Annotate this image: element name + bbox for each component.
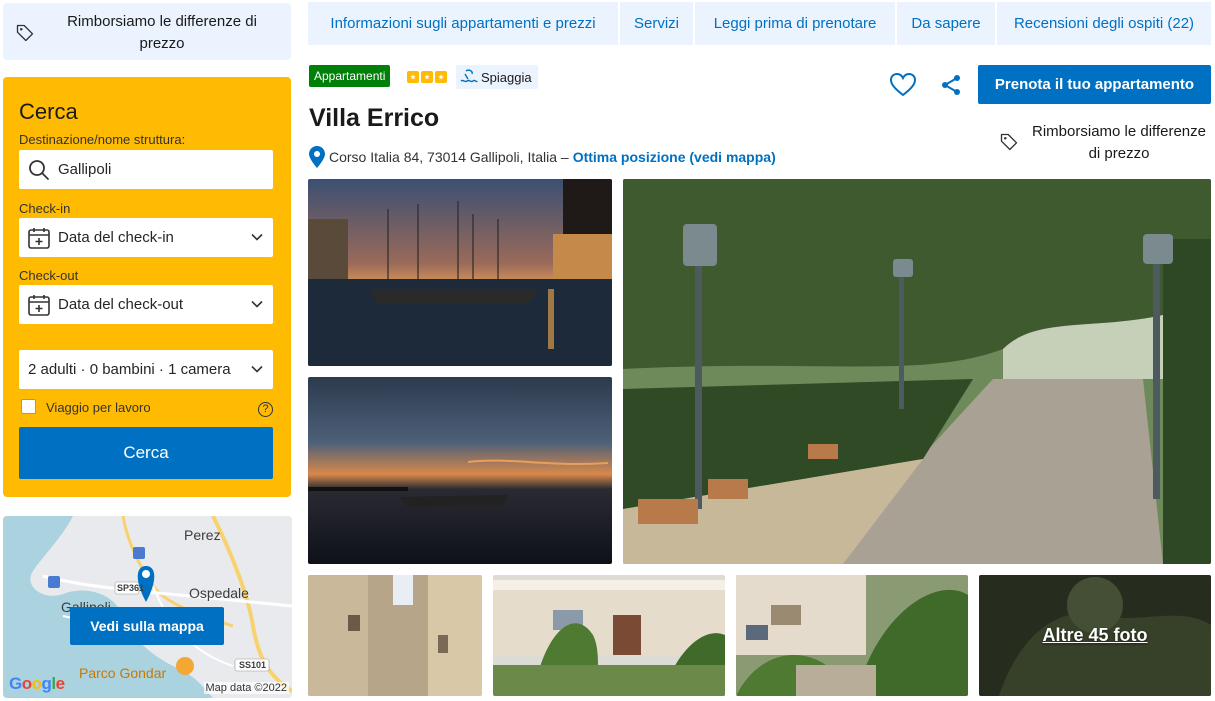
gallery-photo-building[interactable]: [493, 575, 725, 696]
destination-value: Gallipoli: [58, 161, 112, 178]
search-panel: Cerca Destinazione/nome struttura: Galli…: [3, 77, 291, 497]
map-road-label: SP361: [117, 583, 145, 593]
business-travel-checkbox[interactable]: [21, 399, 36, 414]
business-travel-label[interactable]: Viaggio per lavoro: [46, 400, 151, 415]
book-apartment-button[interactable]: Prenota il tuo appartamento: [978, 65, 1211, 104]
beach-icon: [460, 69, 478, 83]
checkout-date-picker[interactable]: Data del check-out: [19, 285, 273, 324]
gallery-photo-sea-dusk[interactable]: [308, 377, 612, 564]
property-address-row: Corso Italia 84, 73014 Gallipoli, Italia…: [309, 146, 776, 168]
checkin-date-picker[interactable]: Data del check-in: [19, 218, 273, 257]
checkin-label: Check-in: [19, 201, 71, 216]
search-title: Cerca: [19, 99, 78, 124]
map-label-parco-gondar: Parco Gondar: [79, 665, 167, 681]
chevron-down-icon: [251, 300, 263, 308]
price-match-text: Rimborsiamo le differenze di prezzo: [67, 13, 257, 52]
gallery-photo-main-garden[interactable]: [623, 179, 1211, 564]
star-rating: [407, 71, 447, 83]
tab-read-before-booking[interactable]: Leggi prima di prenotare: [695, 2, 895, 45]
checkin-value: Data del check-in: [58, 229, 174, 246]
occupancy-value: 2 adulti · 0 bambini · 1 camera: [28, 361, 231, 378]
gallery-photo-courtyard[interactable]: [736, 575, 968, 696]
star-icon: [407, 71, 419, 83]
search-button[interactable]: Cerca: [19, 427, 273, 479]
share-icon[interactable]: [940, 74, 962, 96]
chevron-down-icon: [251, 365, 263, 373]
map-road-label: SS101: [239, 660, 267, 670]
map-attribution: Map data ©2022: [203, 682, 289, 694]
google-logo: Google: [9, 674, 65, 693]
property-tabs: Informazioni sugli appartamenti e prezzi…: [308, 2, 1211, 45]
property-address: Corso Italia 84, 73014 Gallipoli, Italia…: [329, 149, 569, 165]
view-on-map-button[interactable]: Vedi sulla mappa: [70, 607, 224, 645]
star-icon: [435, 71, 447, 83]
search-icon: [29, 159, 49, 180]
map-label-ospedale: Ospedale: [189, 585, 249, 601]
tab-facilities[interactable]: Servizi: [620, 2, 693, 45]
price-match-info: Rimborsiamo le differenze di prezzo: [995, 119, 1211, 165]
tab-info-prices[interactable]: Informazioni sugli appartamenti e prezzi: [308, 2, 618, 45]
price-match-banner: Rimborsiamo le differenze di prezzo: [3, 3, 291, 60]
beach-badge: Spiaggia: [456, 65, 538, 89]
tab-guest-reviews[interactable]: Recensioni degli ospiti (22): [997, 2, 1211, 45]
gallery-photo-alley[interactable]: [308, 575, 482, 696]
checkout-label: Check-out: [19, 268, 79, 283]
location-pin-icon: [309, 146, 325, 168]
more-photos-label[interactable]: Altre 45 foto: [979, 625, 1211, 646]
destination-label: Destinazione/nome struttura:: [19, 132, 186, 147]
calendar-icon: [28, 227, 50, 249]
destination-input[interactable]: Gallipoli: [19, 150, 273, 189]
price-tag-icon: [16, 24, 34, 42]
map-label-perez: Perez: [184, 527, 221, 543]
price-tag-icon: [1000, 133, 1018, 151]
more-photos-tile[interactable]: Altre 45 foto: [979, 575, 1211, 696]
star-icon: [421, 71, 433, 83]
chevron-down-icon: [251, 233, 263, 241]
help-icon[interactable]: ?: [258, 402, 273, 417]
checkout-value: Data del check-out: [58, 296, 184, 313]
price-match-text: Rimborsiamo le differenze di prezzo: [1032, 123, 1206, 162]
location-map-link[interactable]: Ottima posizione (vedi mappa): [573, 149, 776, 165]
tab-good-to-know[interactable]: Da sapere: [897, 2, 995, 45]
property-name: Villa Errico: [309, 104, 440, 132]
calendar-icon: [28, 294, 50, 316]
beach-label: Spiaggia: [481, 69, 532, 85]
property-type-badge: Appartamenti: [309, 65, 391, 87]
gallery-photo-harbor-sunset[interactable]: [308, 179, 612, 366]
occupancy-selector[interactable]: 2 adulti · 0 bambini · 1 camera: [19, 350, 273, 389]
heart-icon[interactable]: [890, 73, 916, 97]
map-preview[interactable]: Perez Ospedale Gallipoli Parco Gondar SP…: [3, 516, 292, 698]
